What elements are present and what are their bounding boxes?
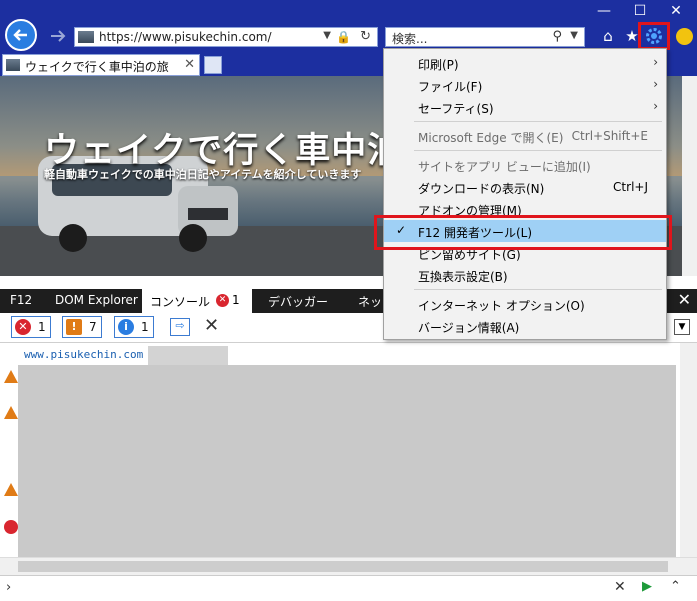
new-tab-button[interactable] <box>204 56 222 74</box>
chevron-right-icon: › <box>653 55 658 69</box>
menu-item-print[interactable]: 印刷(P) › <box>384 52 666 74</box>
refresh-icon[interactable]: ↻ <box>360 29 371 44</box>
minimize-icon[interactable]: — <box>589 2 619 20</box>
address-dropdown-icon[interactable]: ▼ <box>323 30 331 41</box>
console-vertical-scrollbar[interactable] <box>680 343 697 557</box>
page-scrollbar[interactable] <box>682 76 697 276</box>
menu-item-safety[interactable]: セーフティ(S) › <box>384 96 666 118</box>
expand-icon[interactable]: ⌃ <box>670 579 681 594</box>
menu-item-label: 互換表示設定(B) <box>418 270 508 284</box>
site-favicon-icon <box>78 31 94 43</box>
info-count: 1 <box>141 320 149 334</box>
clear-on-navigate-icon[interactable]: ⇨ <box>170 318 190 336</box>
devtools-f12-label: F12 <box>10 293 33 307</box>
redacted-area <box>148 346 228 366</box>
window-controls: — ☐ ✕ <box>587 0 697 22</box>
tab-title: ウェイクで行く車中泊の旅 <box>25 60 169 74</box>
prompt-chevron-icon: › <box>6 580 12 595</box>
menu-item-file[interactable]: ファイル(F) › <box>384 74 666 96</box>
address-bar[interactable]: https://www.pisukechin.com/ ▼ 🔒 ↻ <box>74 27 378 47</box>
menu-item-label: ダウンロードの表示(N) <box>418 182 545 196</box>
forward-button[interactable] <box>48 27 68 45</box>
menu-item-shortcut: Ctrl+J <box>613 180 648 194</box>
home-icon[interactable]: ⌂ <box>598 27 618 45</box>
tools-gear-button[interactable] <box>638 22 670 50</box>
chevron-right-icon: › <box>653 77 658 91</box>
highlight-annotation <box>374 215 672 250</box>
clear-input-icon[interactable]: ✕ <box>614 579 626 595</box>
hero-subtitle: 軽自動車ウェイクでの車中泊日記やアイテムを紹介していきます <box>44 168 362 181</box>
console-source-link[interactable]: www.pisukechin.com <box>24 348 143 361</box>
address-text[interactable]: https://www.pisukechin.com/ <box>99 30 272 44</box>
tab-network[interactable]: ネッ <box>358 293 382 310</box>
menu-separator <box>414 121 662 122</box>
menu-item-compat-view[interactable]: 互換表示設定(B) <box>384 264 666 286</box>
maximize-icon[interactable]: ☐ <box>625 2 655 20</box>
scroll-thumb[interactable] <box>18 561 668 572</box>
error-filter-button[interactable]: ✕ 1 <box>11 316 51 338</box>
lock-icon[interactable]: 🔒 <box>336 30 351 44</box>
menu-item-add-to-apps[interactable]: サイトをアプリ ビューに追加(I) <box>384 154 666 176</box>
error-count: 1 <box>38 320 46 334</box>
menu-item-label: ファイル(F) <box>418 80 483 94</box>
menu-item-shortcut: Ctrl+Shift+E <box>571 129 648 143</box>
tools-menu: 印刷(P) › ファイル(F) › セーフティ(S) › Microsoft E… <box>383 48 667 340</box>
devtools-close-icon[interactable]: ✕ <box>678 290 691 309</box>
search-icon[interactable]: ⚲ <box>552 29 562 44</box>
tab-console-label: コンソール <box>150 295 211 309</box>
menu-item-label: サイトをアプリ ビューに追加(I) <box>418 160 591 174</box>
menu-item-open-in-edge[interactable]: Microsoft Edge で開く(E) Ctrl+Shift+E <box>384 125 666 147</box>
gear-icon <box>646 28 662 44</box>
warning-count: 7 <box>89 320 97 334</box>
console-target-dropdown-icon[interactable]: ▼ <box>674 319 690 335</box>
search-box[interactable]: 検索... ⚲ ▼ <box>385 27 585 47</box>
close-window-icon[interactable]: ✕ <box>661 2 691 20</box>
console-horizontal-scrollbar[interactable] <box>0 557 697 575</box>
console-error-icon: ✕ <box>216 294 229 307</box>
redacted-block <box>18 365 676 557</box>
menu-item-about[interactable]: バージョン情報(A) <box>384 315 666 337</box>
menu-item-label: バージョン情報(A) <box>418 321 520 335</box>
browser-tab[interactable]: ウェイクで行く車中泊の旅 ✕ <box>2 54 200 76</box>
console-error-badge: 1 <box>232 293 240 307</box>
menu-item-label: セーフティ(S) <box>418 102 494 116</box>
menu-item-internet-options[interactable]: インターネット オプション(O) <box>384 293 666 315</box>
warning-icon <box>4 370 18 383</box>
chevron-right-icon: › <box>653 99 658 113</box>
tab-console[interactable]: コンソール ✕ 1 <box>142 289 252 313</box>
warning-icon <box>4 483 18 496</box>
console-input-row[interactable]: › ✕ ▶ ⌃ <box>0 575 697 601</box>
feedback-smiley-icon[interactable] <box>676 28 693 45</box>
warning-icon <box>4 406 18 419</box>
clear-console-icon[interactable]: ✕ <box>204 315 219 336</box>
menu-item-label: 印刷(P) <box>418 58 459 72</box>
back-button[interactable] <box>5 19 37 51</box>
menu-item-label: インターネット オプション(O) <box>418 299 585 313</box>
info-filter-button[interactable]: i 1 <box>114 316 154 338</box>
back-arrow-icon <box>13 29 27 41</box>
search-dropdown-icon[interactable]: ▼ <box>570 30 578 41</box>
menu-item-label: Microsoft Edge で開く(E) <box>418 131 564 145</box>
forward-arrow-icon <box>51 30 66 42</box>
console-output: www.pisukechin.com <box>0 343 680 557</box>
warning-filter-button[interactable]: ! 7 <box>62 316 102 338</box>
error-icon: ✕ <box>15 319 31 335</box>
tab-close-icon[interactable]: ✕ <box>184 57 195 72</box>
search-placeholder[interactable]: 検索... <box>392 30 427 47</box>
tab-debugger[interactable]: デバッガー <box>268 293 328 310</box>
menu-item-downloads[interactable]: ダウンロードの表示(N) Ctrl+J <box>384 176 666 198</box>
run-icon[interactable]: ▶ <box>642 579 652 594</box>
menu-separator <box>414 150 662 151</box>
tab-dom-explorer[interactable]: DOM Explorer <box>55 293 138 307</box>
error-icon <box>4 520 18 534</box>
tab-favicon-icon <box>6 59 20 71</box>
info-icon: i <box>118 319 134 335</box>
menu-separator <box>414 289 662 290</box>
warning-icon: ! <box>66 319 82 335</box>
